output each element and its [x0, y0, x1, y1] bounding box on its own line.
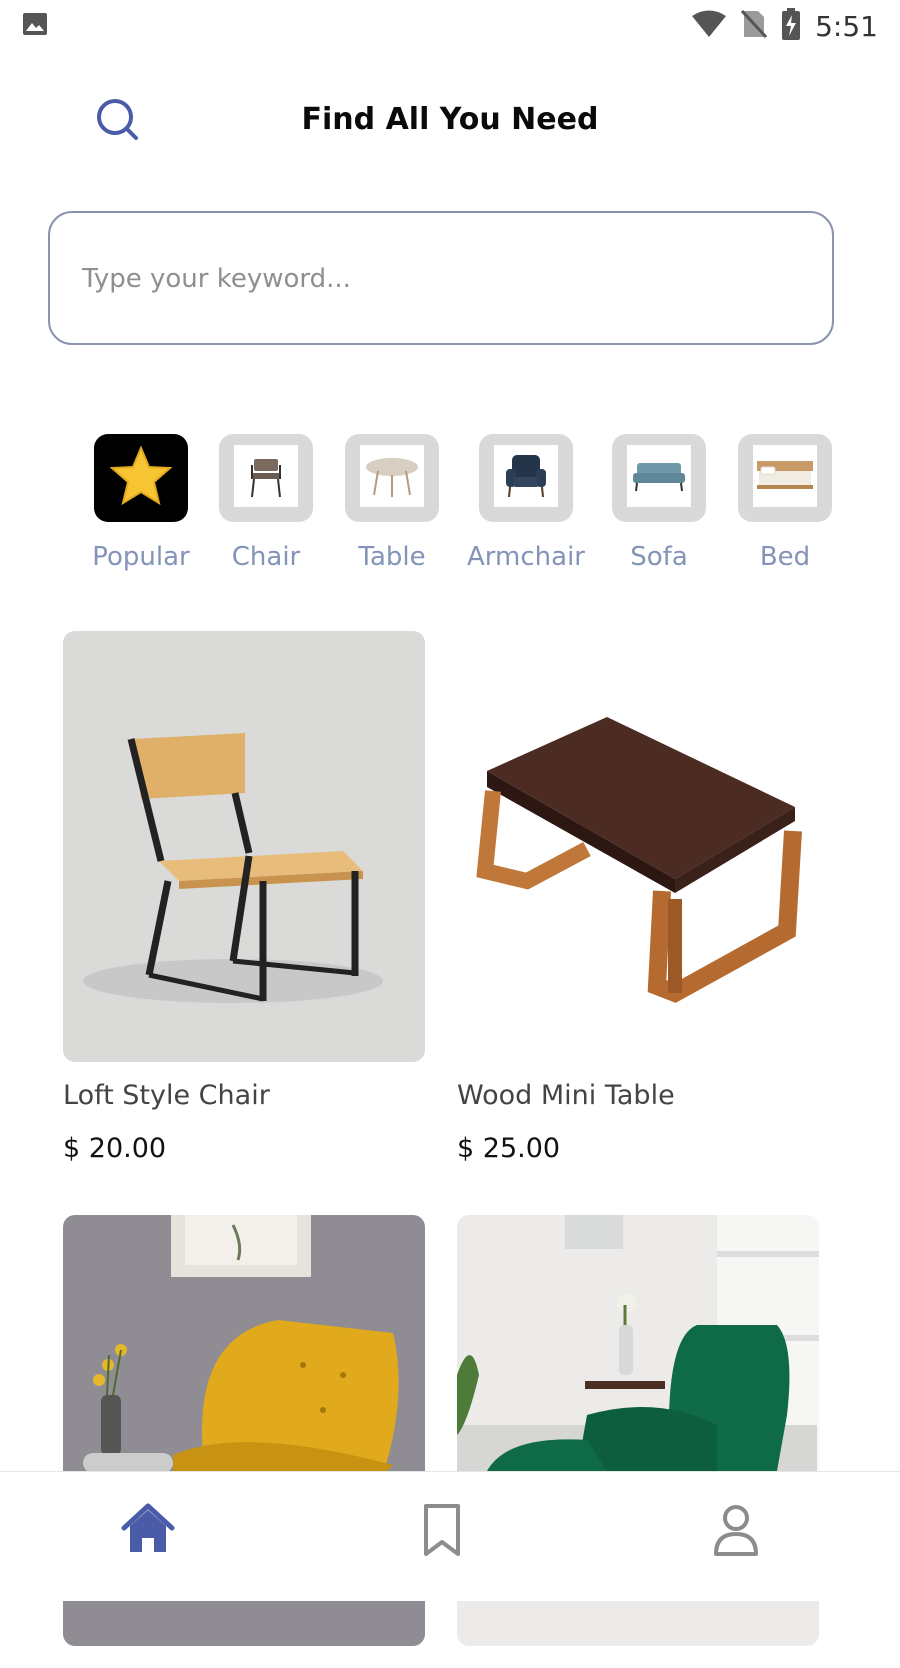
- status-time: 5:51: [815, 10, 878, 43]
- table-thumbnail: [360, 445, 424, 507]
- category-chair[interactable]: Chair: [204, 434, 328, 572]
- product-name: Wood Mini Table: [457, 1080, 675, 1111]
- bed-thumbnail: [753, 445, 817, 507]
- page-title: Find All You Need: [301, 102, 599, 137]
- category-table[interactable]: Table: [330, 434, 454, 572]
- battery-charging-icon: [781, 8, 801, 45]
- search-box[interactable]: [48, 211, 834, 345]
- armchair-thumbnail: [494, 445, 558, 507]
- product-price: $ 25.00: [457, 1133, 561, 1164]
- product-image-loft-chair: [63, 631, 425, 1062]
- category-bed[interactable]: Bed: [723, 434, 847, 572]
- header: Find All You Need: [0, 80, 900, 160]
- product-price: $ 20.00: [63, 1133, 167, 1164]
- category-label: Popular: [92, 542, 190, 572]
- category-label: Bed: [759, 542, 811, 572]
- image-notification-icon: [22, 12, 48, 41]
- product-card[interactable]: Wood Mini Table $ 25.00: [457, 631, 819, 1164]
- category-armchair[interactable]: Armchair: [464, 434, 588, 572]
- no-sim-icon: [741, 9, 768, 44]
- category-popular[interactable]: Popular: [79, 434, 203, 572]
- product-image-wood-table: [457, 631, 819, 1062]
- bottom-navigation: [0, 1471, 900, 1601]
- wifi-icon: [691, 9, 727, 44]
- category-label: Chair: [231, 542, 301, 572]
- bookmark-icon[interactable]: [412, 1500, 472, 1560]
- chair-thumbnail: [234, 445, 298, 507]
- category-sofa[interactable]: Sofa: [597, 434, 721, 572]
- home-icon[interactable]: [118, 1500, 178, 1560]
- category-label: Table: [358, 542, 426, 572]
- sofa-thumbnail: [627, 445, 691, 507]
- status-bar: 5:51: [0, 0, 900, 50]
- search-input[interactable]: [80, 213, 804, 345]
- product-card[interactable]: Loft Style Chair $ 20.00: [63, 631, 425, 1164]
- star-icon: [94, 434, 188, 522]
- profile-icon[interactable]: [706, 1500, 766, 1560]
- product-name: Loft Style Chair: [63, 1080, 270, 1111]
- category-label: Sofa: [630, 542, 688, 572]
- category-label: Armchair: [467, 542, 585, 572]
